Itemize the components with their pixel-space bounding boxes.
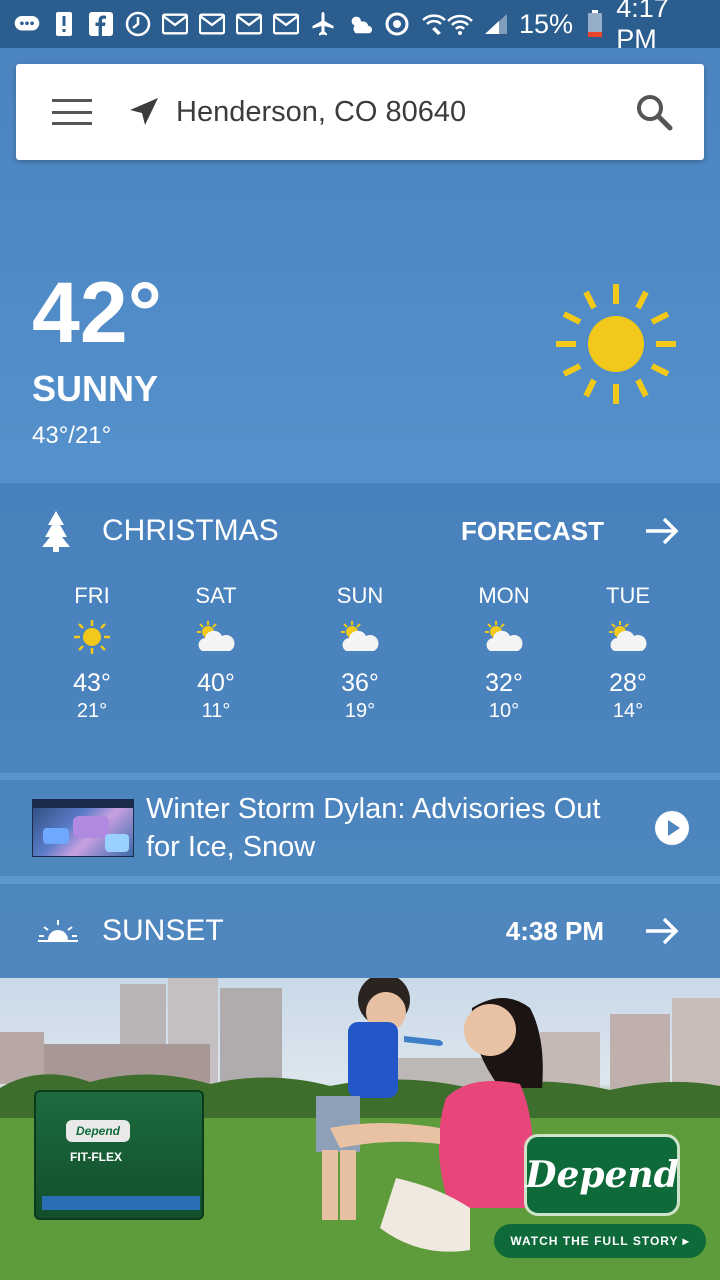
current-hi-lo: 43°/21° — [32, 422, 112, 449]
current-temperature: 42° — [32, 265, 163, 361]
signal-icon — [483, 11, 509, 37]
news-thumbnail[interactable] — [32, 799, 134, 857]
holiday-forecast-panel[interactable]: CHRISTMAS FORECAST FRI 43° 21° SAT 40° 1… — [0, 483, 720, 773]
day-low: 11° — [201, 700, 231, 722]
wifi-icon — [447, 11, 473, 37]
wifi-call-icon — [421, 11, 447, 37]
notification-icons — [14, 11, 447, 37]
day-high: 28° — [609, 669, 647, 697]
menu-icon[interactable] — [52, 99, 92, 125]
location-search-bar[interactable]: Henderson, CO 80640 — [16, 64, 704, 160]
location-arrow-icon[interactable] — [128, 96, 160, 128]
ad-pack-product: FIT-FLEX — [70, 1150, 122, 1164]
sunset-time: 4:38 PM — [505, 915, 604, 946]
day-low: 14° — [612, 700, 644, 722]
messages-icon — [14, 11, 40, 37]
partly-cloudy-icon — [341, 621, 379, 651]
current-condition: SUNNY — [32, 368, 159, 409]
news-headline[interactable]: Winter Storm Dylan: Advisories Out for I… — [146, 790, 606, 866]
battery-percent: 15% — [519, 8, 574, 39]
forecast-link[interactable]: FORECAST — [461, 516, 604, 547]
day-high: 40° — [197, 669, 235, 697]
sun-icon — [556, 284, 676, 404]
play-icon[interactable] — [654, 810, 690, 846]
day-high: 43° — [73, 669, 111, 697]
news-card[interactable]: Winter Storm Dylan: Advisories Out for I… — [0, 780, 720, 876]
christmas-tree-icon — [42, 511, 70, 552]
forecast-day[interactable]: FRI 43° 21° — [42, 583, 142, 723]
sun-icon — [74, 620, 110, 654]
mail-icon — [162, 11, 188, 37]
clock-time: 4:17 PM — [616, 0, 669, 54]
day-low: 19° — [344, 700, 376, 722]
sync-icon — [384, 11, 410, 37]
ad-product-package[interactable]: Depend FIT-FLEX — [34, 1090, 204, 1220]
alert-icon — [51, 11, 77, 37]
day-name: SUN — [336, 583, 384, 608]
ad-brand-logo[interactable]: Depend — [524, 1134, 680, 1216]
search-icon[interactable] — [634, 92, 674, 132]
forecast-header[interactable]: CHRISTMAS FORECAST — [0, 483, 720, 579]
day-name: FRI — [74, 583, 110, 608]
day-high: 36° — [341, 669, 379, 697]
mail-icon — [273, 11, 299, 37]
forecast-day[interactable]: SAT 40° 11° — [166, 583, 266, 723]
day-low: 10° — [488, 700, 520, 722]
ad-pack-size-strip — [42, 1196, 200, 1210]
forecast-day[interactable]: TUE 28° 14° — [578, 583, 678, 723]
sunset-label: SUNSET — [102, 914, 224, 947]
day-name: MON — [478, 583, 530, 608]
day-name: SAT — [195, 583, 237, 608]
location-text[interactable]: Henderson, CO 80640 — [176, 96, 466, 129]
mail-icon — [199, 11, 225, 37]
day-high: 32° — [485, 669, 523, 697]
airplane-icon — [310, 11, 336, 37]
sunset-icon — [38, 920, 78, 942]
arrow-right-icon[interactable] — [644, 516, 680, 546]
current-conditions: 42° SUNNY 43°/21° — [32, 270, 162, 450]
ad-cta-button[interactable]: WATCH THE FULL STORY ▸ — [494, 1224, 706, 1258]
weather-icon — [347, 11, 373, 37]
advertisement-banner[interactable]: Depend FIT-FLEX Depend WATCH THE FULL ST… — [0, 978, 720, 1280]
arrow-right-icon[interactable] — [644, 916, 680, 946]
day-low: 21° — [76, 700, 108, 722]
facebook-icon — [88, 11, 114, 37]
battery-icon — [583, 10, 606, 37]
partly-cloudy-icon — [609, 621, 647, 651]
forecast-day[interactable]: SUN 36° 19° — [310, 583, 410, 723]
partly-cloudy-icon — [197, 621, 235, 651]
mail-icon — [236, 11, 262, 37]
status-bar: 15% 4:17 PM — [0, 0, 720, 54]
forecast-day[interactable]: MON 32° 10° — [454, 583, 554, 723]
forecast-title: CHRISTMAS — [102, 514, 279, 547]
day-name: TUE — [606, 583, 650, 608]
ad-pack-brand: Depend — [66, 1120, 130, 1142]
clock-icon — [125, 11, 151, 37]
partly-cloudy-icon — [485, 621, 523, 651]
sunset-card[interactable]: SUNSET 4:38 PM — [0, 884, 720, 978]
